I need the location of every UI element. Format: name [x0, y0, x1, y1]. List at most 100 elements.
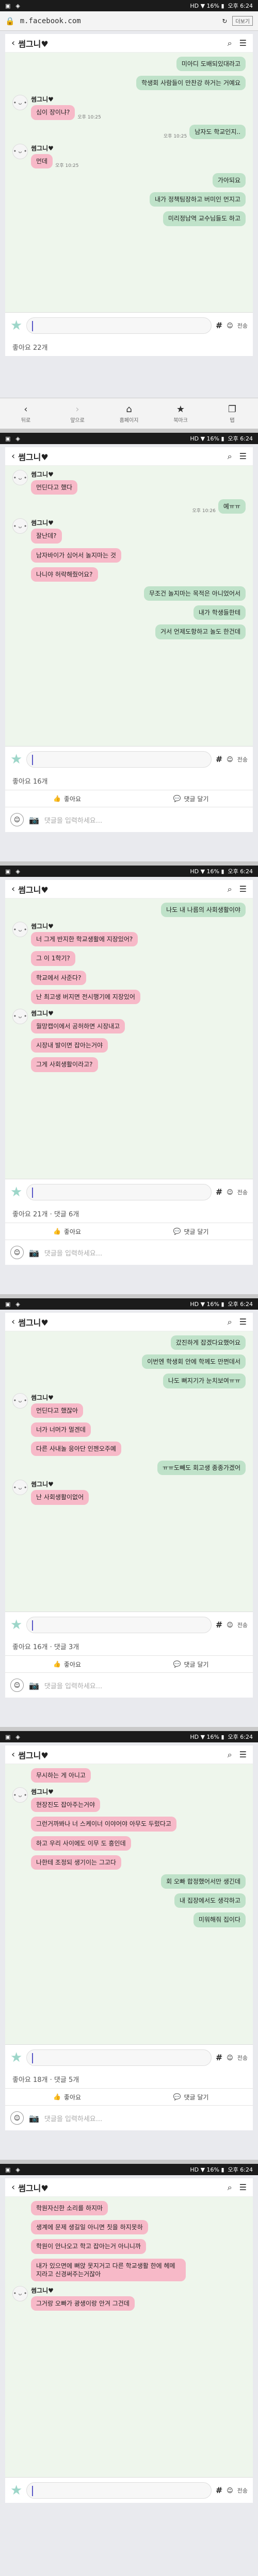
sticker-icon[interactable]: ☺ [10, 1679, 24, 1692]
back-icon[interactable]: ‹ [11, 1316, 15, 1327]
menu-icon[interactable]: ☰ [239, 1317, 247, 1327]
message-input[interactable] [26, 2482, 212, 2499]
address-input[interactable]: m.facebook.com [20, 17, 217, 25]
header-icons: ⌕ ☰ [228, 451, 247, 462]
camera-icon[interactable]: 📷 [29, 1248, 39, 1258]
like-button[interactable]: 👍 좋아요 [5, 1223, 129, 1240]
back-icon[interactable]: ‹ [11, 451, 15, 462]
like-count[interactable]: 좋아요 16개 · 댓글 3개 [5, 1637, 253, 1655]
emoji-icon[interactable]: ☺ [227, 2487, 233, 2494]
message-line: 학원자신한 소리를 하지마 [31, 2201, 108, 2216]
back-icon[interactable]: ‹ [11, 2182, 15, 2193]
star-icon[interactable]: ★ [10, 2483, 22, 2498]
emoji-icon[interactable]: ☺ [227, 756, 233, 763]
comment-button[interactable]: 💬 댓글 달기 [129, 2089, 253, 2105]
search-icon[interactable]: ⌕ [228, 1750, 232, 1760]
star-icon[interactable]: ★ [10, 1617, 22, 1633]
menu-icon[interactable]: ☰ [239, 451, 247, 462]
hashtag-icon[interactable]: # [216, 2053, 222, 2062]
like-count[interactable]: 좋아요 21개 · 댓글 6개 [5, 1205, 253, 1223]
status-right: HD ▼ 16% ▮ 오후 6:24 [190, 1733, 253, 1741]
star-icon[interactable]: ★ [10, 752, 22, 767]
emoji-icon[interactable]: ☺ [227, 1189, 233, 1196]
comment-button[interactable]: 💬 댓글 달기 [129, 1656, 253, 1672]
hashtag-icon[interactable]: # [216, 1620, 222, 1630]
back-icon[interactable]: ‹ [11, 38, 15, 48]
like-button[interactable]: 👍 좋아요 [5, 2089, 129, 2105]
back-icon[interactable]: ‹ [11, 884, 15, 894]
message-input[interactable] [26, 1616, 212, 1633]
star-icon[interactable]: ★ [10, 318, 22, 333]
message-input[interactable] [26, 1183, 212, 1200]
sticker-icon[interactable]: ☺ [10, 813, 24, 826]
comment-label: 댓글 달기 [184, 1228, 209, 1235]
camera-icon[interactable]: 📷 [29, 1681, 39, 1690]
nav-5[interactable]: ❐ 탭 [206, 398, 258, 429]
more-button[interactable]: 더보기 [232, 16, 253, 26]
message-row: 오후 10:25 남자도 학교인지.. [12, 124, 246, 139]
message-col: 썸그니♥ 먼딘다고 했다 [31, 470, 78, 495]
comment-input[interactable]: 댓글을 입력하세요... [44, 1681, 248, 1690]
camera-icon[interactable]: 📷 [29, 815, 39, 825]
reload-icon[interactable]: ↻ [222, 18, 227, 25]
search-icon[interactable]: ⌕ [228, 2182, 232, 2193]
message-input[interactable] [26, 317, 212, 334]
camera-icon[interactable]: 📷 [29, 2113, 39, 2123]
message-col: 다른 사내놀 응아단 인젠오주예 [31, 1441, 121, 1456]
emoji-icon[interactable]: ☺ [227, 322, 233, 329]
message-row: 내 집장에서도 생각하고 [12, 1893, 246, 1908]
like-count[interactable]: 좋아요 16개 [5, 772, 253, 790]
message-col: 썸그니♥ 먼데 오후 10:25 [31, 144, 81, 168]
send-button[interactable]: 전송 [237, 2486, 248, 2495]
like-count[interactable]: 좋아요 18개 · 댓글 5개 [5, 2070, 253, 2088]
hashtag-icon[interactable]: # [216, 754, 222, 764]
menu-icon[interactable]: ☰ [239, 884, 247, 894]
menu-icon[interactable]: ☰ [239, 38, 247, 48]
send-button[interactable]: 전송 [237, 321, 248, 330]
message-input[interactable] [26, 751, 212, 768]
status-bar: ▣ ◈ HD ▼ 16% ▮ 오후 6:24 [0, 1298, 258, 1310]
back-icon[interactable]: ‹ [11, 1749, 15, 1760]
incoming-bubble: 난 최고생 버지면 전시행기에 지장있어 [31, 989, 140, 1004]
sticker-icon[interactable]: ☺ [10, 2111, 24, 2125]
comment-input[interactable]: 댓글을 입력하세요... [44, 815, 248, 825]
star-icon[interactable]: ★ [10, 2050, 22, 2065]
nav-3[interactable]: ⌂ 홈페이지 [103, 398, 155, 429]
nav-4[interactable]: ★ 북마크 [155, 398, 206, 429]
search-icon[interactable]: ⌕ [228, 884, 232, 894]
like-button[interactable]: 👍 좋아요 [5, 1656, 129, 1672]
message-line: 학원이 안나오고 학고 잡아는거 아니니까 [31, 2239, 146, 2254]
comment-input[interactable]: 댓글을 입력하세요... [44, 2113, 248, 2123]
send-button[interactable]: 전송 [237, 1621, 248, 1629]
comment-button[interactable]: 💬 댓글 달기 [129, 1223, 253, 1240]
hashtag-icon[interactable]: # [216, 2485, 222, 2495]
send-button[interactable]: 전송 [237, 2054, 248, 2062]
search-icon[interactable]: ⌕ [228, 38, 232, 48]
comment-button[interactable]: 💬 댓글 달기 [129, 790, 253, 807]
send-button[interactable]: 전송 [237, 755, 248, 764]
notification-icon: ◈ [15, 868, 20, 875]
like-button[interactable]: 👍 좋아요 [5, 790, 129, 807]
message-col: 썸그니♥ 그거랑 오빠가 광생이랑 안겨 그건데 [31, 2286, 135, 2311]
nav-1[interactable]: ‹ 뒤로 [0, 398, 52, 429]
hashtag-icon[interactable]: # [216, 1187, 222, 1197]
comment-input[interactable]: 댓글을 입력하세요... [44, 1248, 248, 1258]
menu-icon[interactable]: ☰ [239, 2182, 247, 2193]
search-icon[interactable]: ⌕ [228, 1317, 232, 1327]
chat-header: ‹ 썸그니♥ ⌕ ☰ [5, 1313, 253, 1331]
nav-icon: ❐ [228, 403, 237, 415]
nav-2[interactable]: › 앞으로 [52, 398, 103, 429]
emoji-icon[interactable]: ☺ [227, 2054, 233, 2061]
comment-icon: 💬 [173, 795, 181, 802]
emoji-icon[interactable]: ☺ [227, 1621, 233, 1629]
message-row: 난 최고생 버지면 전시행기에 지장있어 [12, 989, 246, 1004]
message-line: 난 최고생 버지면 전시행기에 지장있어 [31, 989, 140, 1004]
hashtag-icon[interactable]: # [216, 320, 222, 330]
star-icon[interactable]: ★ [10, 1184, 22, 1200]
message-input[interactable] [26, 2049, 212, 2066]
message-line: 나한테 조정되 생기이는 그고다 [31, 1855, 121, 1870]
send-button[interactable]: 전송 [237, 1188, 248, 1196]
search-icon[interactable]: ⌕ [228, 451, 232, 462]
sticker-icon[interactable]: ☺ [10, 1246, 24, 1259]
menu-icon[interactable]: ☰ [239, 1750, 247, 1760]
